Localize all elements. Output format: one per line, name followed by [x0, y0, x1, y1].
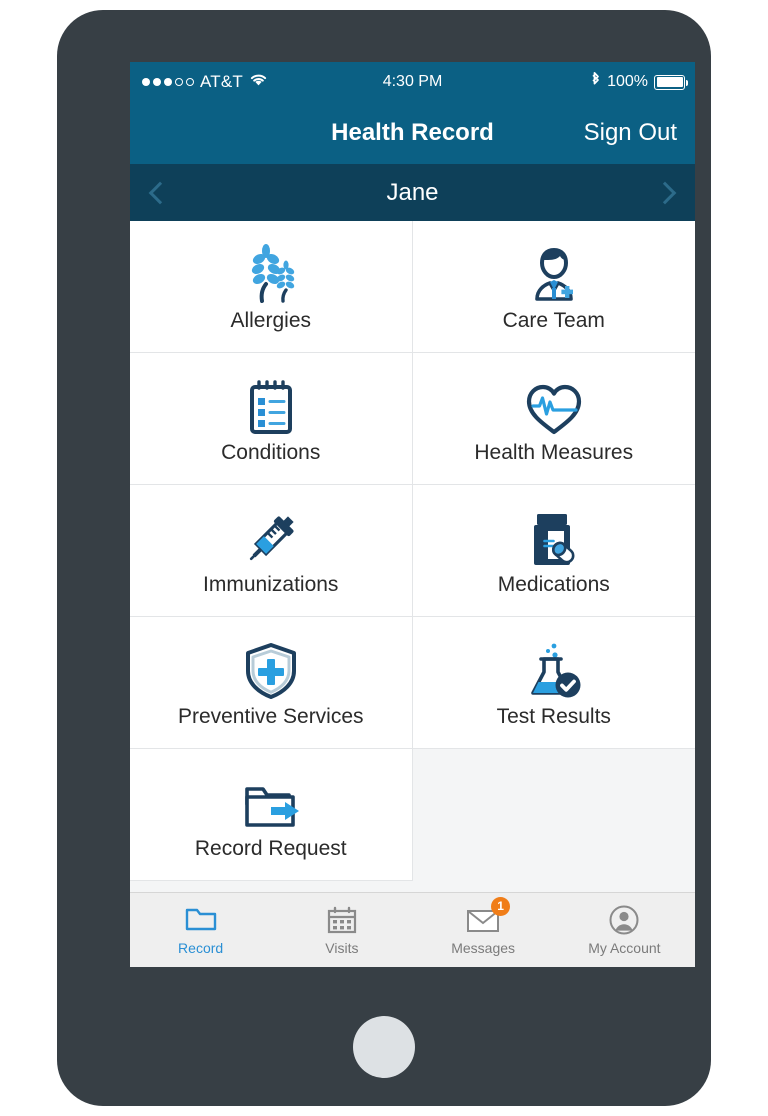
- patient-name-label: Jane: [386, 178, 439, 206]
- flask-check-icon: [524, 638, 584, 700]
- navigation-bar: Health Record Sign Out: [130, 102, 695, 164]
- phone-screen: AT&T 4:30 PM 100% Health Record Sign Out…: [130, 62, 695, 967]
- shield-cross-icon: [243, 638, 299, 700]
- grid-item-label: Immunizations: [203, 573, 339, 596]
- phone-device-frame: AT&T 4:30 PM 100% Health Record Sign Out…: [57, 10, 711, 1106]
- grid-item-label: Medications: [497, 573, 610, 596]
- pill-bottle-icon: [526, 506, 582, 568]
- envelope-icon: 1: [466, 896, 511, 935]
- tab-label: Record: [178, 939, 224, 956]
- tab-visits[interactable]: Visits: [271, 893, 412, 967]
- grid-item-care-team[interactable]: Care Team: [412, 221, 695, 353]
- tab-label: Visits: [325, 939, 359, 956]
- grid-item-preventive-services[interactable]: Preventive Services: [130, 617, 413, 749]
- home-button[interactable]: [353, 1016, 415, 1078]
- grid-item-label: Record Request: [194, 837, 347, 860]
- grid-item-label: Preventive Services: [177, 705, 364, 728]
- status-bar: AT&T 4:30 PM 100%: [130, 62, 695, 102]
- grid-item-label: Test Results: [496, 705, 611, 728]
- doctor-icon: [524, 242, 584, 304]
- chevron-right-icon[interactable]: [653, 181, 677, 204]
- tab-label: Messages: [451, 939, 516, 956]
- page-title: Health Record: [331, 119, 494, 146]
- health-record-grid: Allergies Care Team Conditions Health Me…: [130, 221, 695, 901]
- sign-out-button[interactable]: Sign Out: [584, 119, 677, 147]
- grid-item-record-request[interactable]: Record Request: [130, 749, 413, 881]
- grid-item-immunizations[interactable]: Immunizations: [130, 485, 413, 617]
- grid-item-empty: [412, 749, 695, 881]
- grid-item-label: Health Measures: [474, 441, 634, 464]
- grid-item-test-results[interactable]: Test Results: [412, 617, 695, 749]
- battery-full-icon: [654, 74, 688, 90]
- status-bar-right: 100%: [590, 62, 688, 102]
- calendar-icon: [327, 905, 357, 935]
- grid-item-medications[interactable]: Medications: [412, 485, 695, 617]
- grid-item-conditions[interactable]: Conditions: [130, 353, 413, 485]
- grid-item-label: Allergies: [230, 309, 312, 332]
- tab-record[interactable]: Record: [130, 893, 271, 967]
- tab-label: My Account: [588, 939, 661, 956]
- battery-percent-label: 100%: [607, 73, 648, 90]
- folder-arrow-icon: [241, 770, 301, 832]
- chevron-left-icon[interactable]: [148, 181, 172, 204]
- bluetooth-icon: [590, 71, 601, 94]
- bottom-tab-bar: Record Visits 1 Messages My Account: [130, 892, 695, 967]
- avatar-icon: [609, 905, 639, 935]
- heart-pulse-icon: [524, 374, 584, 436]
- tab-messages[interactable]: 1 Messages: [413, 893, 554, 967]
- wheat-icon: [242, 242, 300, 304]
- grid-item-allergies[interactable]: Allergies: [130, 221, 413, 353]
- folder-icon: [185, 905, 217, 935]
- tab-my-account[interactable]: My Account: [554, 893, 695, 967]
- grid-item-label: Conditions: [221, 441, 321, 464]
- messages-badge: 1: [491, 896, 511, 916]
- patient-selector-bar: Jane: [130, 164, 695, 221]
- syringe-icon: [241, 506, 301, 568]
- grid-item-label: Care Team: [502, 309, 605, 332]
- grid-item-health-measures[interactable]: Health Measures: [412, 353, 695, 485]
- notepad-list-icon: [245, 374, 297, 436]
